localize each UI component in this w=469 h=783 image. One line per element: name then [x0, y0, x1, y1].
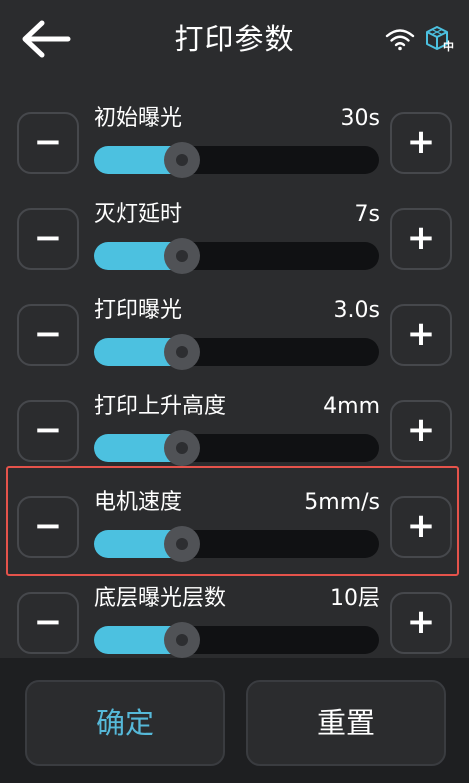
param-value: 7s [354, 202, 380, 227]
increase-button[interactable]: + [390, 208, 452, 270]
language-cube-icon[interactable]: 中 [424, 24, 458, 54]
param-value: 10层 [330, 586, 380, 611]
param-value: 3.0s [333, 298, 380, 323]
param-slider[interactable] [94, 238, 379, 274]
wifi-icon [385, 27, 415, 51]
param-row-motor-speed: − 电机速度 5mm/s + [0, 484, 469, 580]
param-slider[interactable] [94, 622, 379, 658]
param-label: 打印曝光 [94, 298, 183, 323]
param-label: 电机速度 [94, 490, 183, 515]
slider-thumb[interactable] [164, 238, 201, 274]
increase-button[interactable]: + [390, 592, 452, 654]
param-row-initial-exposure: − 初始曝光 30s + [0, 100, 469, 196]
param-row-lift-height: − 打印上升高度 4mm + [0, 388, 469, 484]
decrease-button[interactable]: − [17, 304, 79, 366]
slider-thumb[interactable] [164, 430, 201, 466]
increase-button[interactable]: + [390, 496, 452, 558]
param-slider[interactable] [94, 142, 379, 178]
increase-button[interactable]: + [390, 304, 452, 366]
slider-thumb[interactable] [164, 622, 201, 658]
param-slider[interactable] [94, 526, 379, 562]
decrease-button[interactable]: − [17, 592, 79, 654]
param-label: 初始曝光 [94, 106, 183, 131]
param-value: 30s [340, 106, 380, 131]
slider-thumb[interactable] [164, 526, 201, 562]
param-value: 4mm [323, 394, 380, 419]
decrease-button[interactable]: − [17, 496, 79, 558]
param-value: 5mm/s [304, 490, 380, 515]
header: 打印参数 中 [0, 0, 469, 82]
slider-thumb[interactable] [164, 334, 201, 370]
increase-button[interactable]: + [390, 112, 452, 174]
param-row-light-off-delay: − 灭灯延时 7s + [0, 196, 469, 292]
param-label: 底层曝光层数 [94, 586, 227, 611]
increase-button[interactable]: + [390, 400, 452, 462]
reset-button[interactable]: 重置 [246, 680, 446, 766]
decrease-button[interactable]: − [17, 208, 79, 270]
slider-thumb[interactable] [164, 142, 201, 178]
decrease-button[interactable]: − [17, 400, 79, 462]
footer-bar: 确定 重置 [0, 658, 469, 783]
param-label: 打印上升高度 [94, 394, 227, 419]
confirm-button[interactable]: 确定 [25, 680, 225, 766]
param-slider[interactable] [94, 430, 379, 466]
param-slider[interactable] [94, 334, 379, 370]
param-row-print-exposure: − 打印曝光 3.0s + [0, 292, 469, 388]
print-params-screen: 打印参数 中 − 初始曝光 30s + − 灭灯延时 7s + − 打印曝光 3… [0, 0, 469, 783]
language-badge: 中 [443, 39, 454, 53]
param-label: 灭灯延时 [94, 202, 183, 227]
decrease-button[interactable]: − [17, 112, 79, 174]
